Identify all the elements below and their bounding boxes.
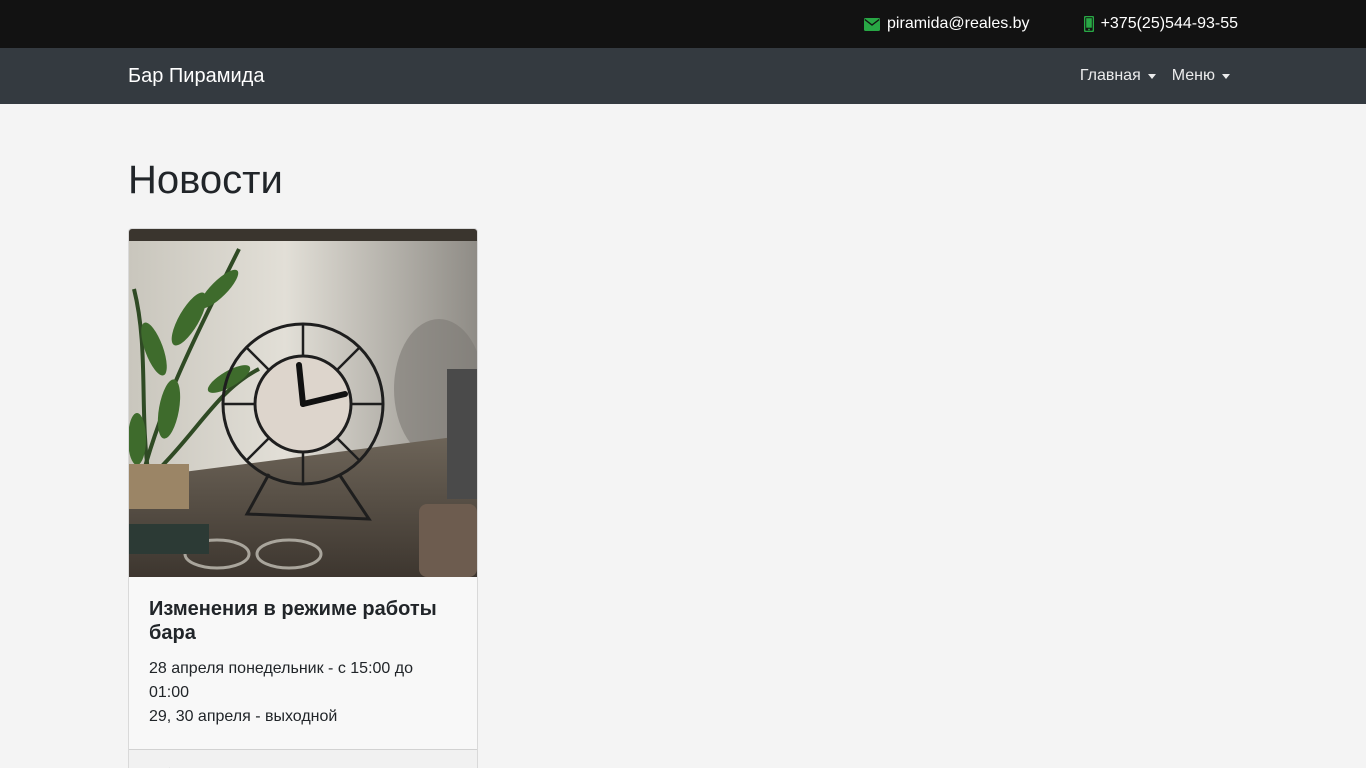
news-card-body: Изменения в режиме работы бара 28 апреля…	[129, 577, 477, 749]
mobile-phone-icon	[1083, 16, 1094, 32]
nav-item-home-dropdown[interactable]: Главная	[1072, 67, 1164, 85]
email-text: piramida@reales.by	[887, 15, 1030, 32]
caret-down-icon	[1222, 73, 1230, 79]
phone-text: +375(25)544-93-55	[1100, 15, 1238, 32]
nav-item-label: Меню	[1171, 67, 1215, 84]
envelope-icon	[864, 17, 881, 31]
news-image	[129, 229, 477, 577]
nav-item-label: Главная	[1079, 67, 1141, 84]
news-text-line: 28 апреля понедельник - с 15:00 до 01:00	[149, 660, 413, 701]
top-contact-bar: piramida@reales.by +375(25)544-93-55	[0, 0, 1366, 48]
brand-link[interactable]: Бар Пирамида	[128, 65, 264, 88]
nav-item-menu-dropdown[interactable]: Меню	[1164, 67, 1238, 85]
news-footer: Добавлено 28/03/2024	[129, 749, 477, 768]
news-card[interactable]: Изменения в режиме работы бара 28 апреля…	[128, 228, 478, 768]
caret-down-icon	[1147, 73, 1156, 79]
page-title: Новости	[128, 158, 283, 202]
news-text-line: 29, 30 апреля - выходной	[149, 708, 338, 725]
phone-link[interactable]: +375(25)544-93-55	[1083, 15, 1238, 33]
nav-menu: Главная Меню	[1072, 67, 1238, 85]
main-content: Новости Изменения в режиме работы бара 2…	[0, 156, 1366, 768]
news-title[interactable]: Изменения в режиме работы бара	[149, 597, 457, 645]
email-link[interactable]: piramida@reales.by	[864, 15, 1030, 33]
main-navbar: Бар Пирамида Главная Меню	[0, 48, 1366, 104]
